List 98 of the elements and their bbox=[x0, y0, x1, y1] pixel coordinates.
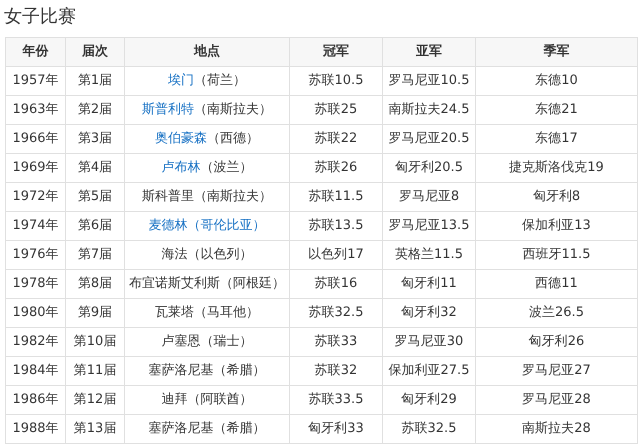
section-title: 女子比赛 bbox=[3, 5, 77, 29]
table-cell: 罗马尼亚10.5 bbox=[382, 66, 476, 96]
location-link[interactable]: 麦德林 bbox=[148, 218, 188, 234]
table-cell: 匈牙利20.5 bbox=[382, 154, 476, 182]
location-text: 塞萨洛尼基 bbox=[148, 363, 214, 378]
table-cell: 匈牙利8 bbox=[476, 182, 638, 212]
location-text: （希腊） bbox=[214, 363, 266, 378]
table-cell: 匈牙利11 bbox=[382, 270, 476, 298]
location-text: （南斯拉夫） bbox=[194, 102, 272, 118]
table-cell: 以色列17 bbox=[290, 240, 382, 270]
table-cell: 罗马尼亚28 bbox=[476, 386, 638, 414]
location-text: （荷兰） bbox=[194, 73, 246, 88]
table-cell: 苏联10.5 bbox=[290, 66, 382, 96]
location-text: 瓦莱塔 bbox=[155, 305, 194, 320]
location-text: （瑞士） bbox=[200, 334, 252, 350]
table-cell: 波兰26.5 bbox=[476, 298, 638, 328]
table-cell: 匈牙利32 bbox=[382, 298, 476, 328]
location-link[interactable]: 埃门 bbox=[168, 73, 194, 88]
table-cell: 1988年 bbox=[6, 414, 66, 444]
location-text: 卢塞恩 bbox=[162, 334, 200, 350]
table-cell: 第9届 bbox=[66, 298, 124, 328]
location-text: （南斯拉夫） bbox=[194, 189, 272, 204]
column-header: 地点 bbox=[124, 38, 290, 66]
table-cell: 第3届 bbox=[66, 124, 124, 154]
location-text: （以色列） bbox=[188, 247, 252, 262]
table-cell: 第10届 bbox=[66, 328, 124, 356]
location-text: 塞萨洛尼基 bbox=[148, 421, 214, 436]
location-text: （马耳他） bbox=[194, 305, 259, 320]
table-cell: 第2届 bbox=[66, 96, 124, 124]
table-cell: 苏联33 bbox=[290, 328, 382, 356]
table-cell: 第7届 bbox=[66, 240, 124, 270]
location-text: （西德） bbox=[207, 131, 259, 146]
table-cell: 东德10 bbox=[476, 66, 638, 96]
table-cell: 英格兰11.5 bbox=[382, 240, 476, 270]
table-cell: 1974年 bbox=[6, 212, 66, 240]
table-cell: 1984年 bbox=[6, 356, 66, 386]
table-cell: 1982年 bbox=[6, 328, 66, 356]
table-cell: 苏联32.5 bbox=[382, 414, 476, 444]
table-cell: 罗马尼亚13.5 bbox=[382, 212, 476, 240]
column-header: 年份 bbox=[6, 38, 66, 66]
table-cell: 罗马尼亚30 bbox=[382, 328, 476, 356]
location-text: （希腊） bbox=[214, 421, 266, 436]
table-cell: 苏联16 bbox=[290, 270, 382, 298]
location-text: 布宜诺斯艾利斯 bbox=[129, 276, 220, 292]
location-link[interactable]: 卢布林 bbox=[162, 160, 200, 176]
table-cell: 苏联26 bbox=[290, 154, 382, 182]
table-cell: 第5届 bbox=[66, 182, 124, 212]
column-header: 届次 bbox=[66, 38, 124, 66]
location-link[interactable]: 奥伯豪森 bbox=[155, 131, 207, 146]
column-header: 季军 bbox=[476, 38, 638, 66]
location-link[interactable]: （哥伦比亚） bbox=[188, 218, 266, 234]
table-cell: 第12届 bbox=[66, 386, 124, 414]
table-cell: 1966年 bbox=[6, 124, 66, 154]
table-cell: 罗马尼亚8 bbox=[382, 182, 476, 212]
table-cell: 匈牙利26 bbox=[476, 328, 638, 356]
location-text: 斯科普里 bbox=[142, 189, 194, 204]
table-cell: 罗马尼亚20.5 bbox=[382, 124, 476, 154]
table-cell: 第11届 bbox=[66, 356, 124, 386]
table-cell: 第4届 bbox=[66, 154, 124, 182]
table-cell: 捷克斯洛伐克19 bbox=[476, 154, 638, 182]
table-cell: 1980年 bbox=[6, 298, 66, 328]
table-cell: 第1届 bbox=[66, 66, 124, 96]
column-header: 冠军 bbox=[290, 38, 382, 66]
table-cell: 苏联33.5 bbox=[290, 386, 382, 414]
table-cell: 南斯拉夫24.5 bbox=[382, 96, 476, 124]
table-cell: 1957年 bbox=[6, 66, 66, 96]
table-cell: 东德21 bbox=[476, 96, 638, 124]
table-cell: 南斯拉夫28 bbox=[476, 414, 638, 444]
table-cell: 苏联22 bbox=[290, 124, 382, 154]
table-cell: 匈牙利29 bbox=[382, 386, 476, 414]
table-cell: 保加利亚13 bbox=[476, 212, 638, 240]
table-cell: 1976年 bbox=[6, 240, 66, 270]
table-cell: 保加利亚27.5 bbox=[382, 356, 476, 386]
column-header: 亚军 bbox=[382, 38, 476, 66]
table-cell: 第6届 bbox=[66, 212, 124, 240]
location-text: （阿根廷） bbox=[220, 276, 285, 292]
table-cell: 苏联32 bbox=[290, 356, 382, 386]
location-text: 迪拜 bbox=[162, 392, 188, 408]
table-cell: 1969年 bbox=[6, 154, 66, 182]
location-text: （阿联酋） bbox=[188, 392, 252, 408]
table-cell: 1978年 bbox=[6, 270, 66, 298]
table-cell: 苏联32.5 bbox=[290, 298, 382, 328]
location-text: （波兰） bbox=[200, 160, 252, 176]
table-cell: 西德11 bbox=[476, 270, 638, 298]
table-cell: 1972年 bbox=[6, 182, 66, 212]
table-cell: 东德17 bbox=[476, 124, 638, 154]
table-cell: 1986年 bbox=[6, 386, 66, 414]
table-cell: 罗马尼亚27 bbox=[476, 356, 638, 386]
location-text: 海法 bbox=[162, 247, 188, 262]
location-link[interactable]: 斯普利特 bbox=[142, 102, 194, 118]
table-cell: 苏联11.5 bbox=[290, 182, 382, 212]
table-cell: 1963年 bbox=[6, 96, 66, 124]
table-cell: 苏联13.5 bbox=[290, 212, 382, 240]
table-cell: 第8届 bbox=[66, 270, 124, 298]
table-cell: 第13届 bbox=[66, 414, 124, 444]
table-cell: 苏联25 bbox=[290, 96, 382, 124]
table-cell: 西班牙11.5 bbox=[476, 240, 638, 270]
table-cell: 匈牙利33 bbox=[290, 414, 382, 444]
